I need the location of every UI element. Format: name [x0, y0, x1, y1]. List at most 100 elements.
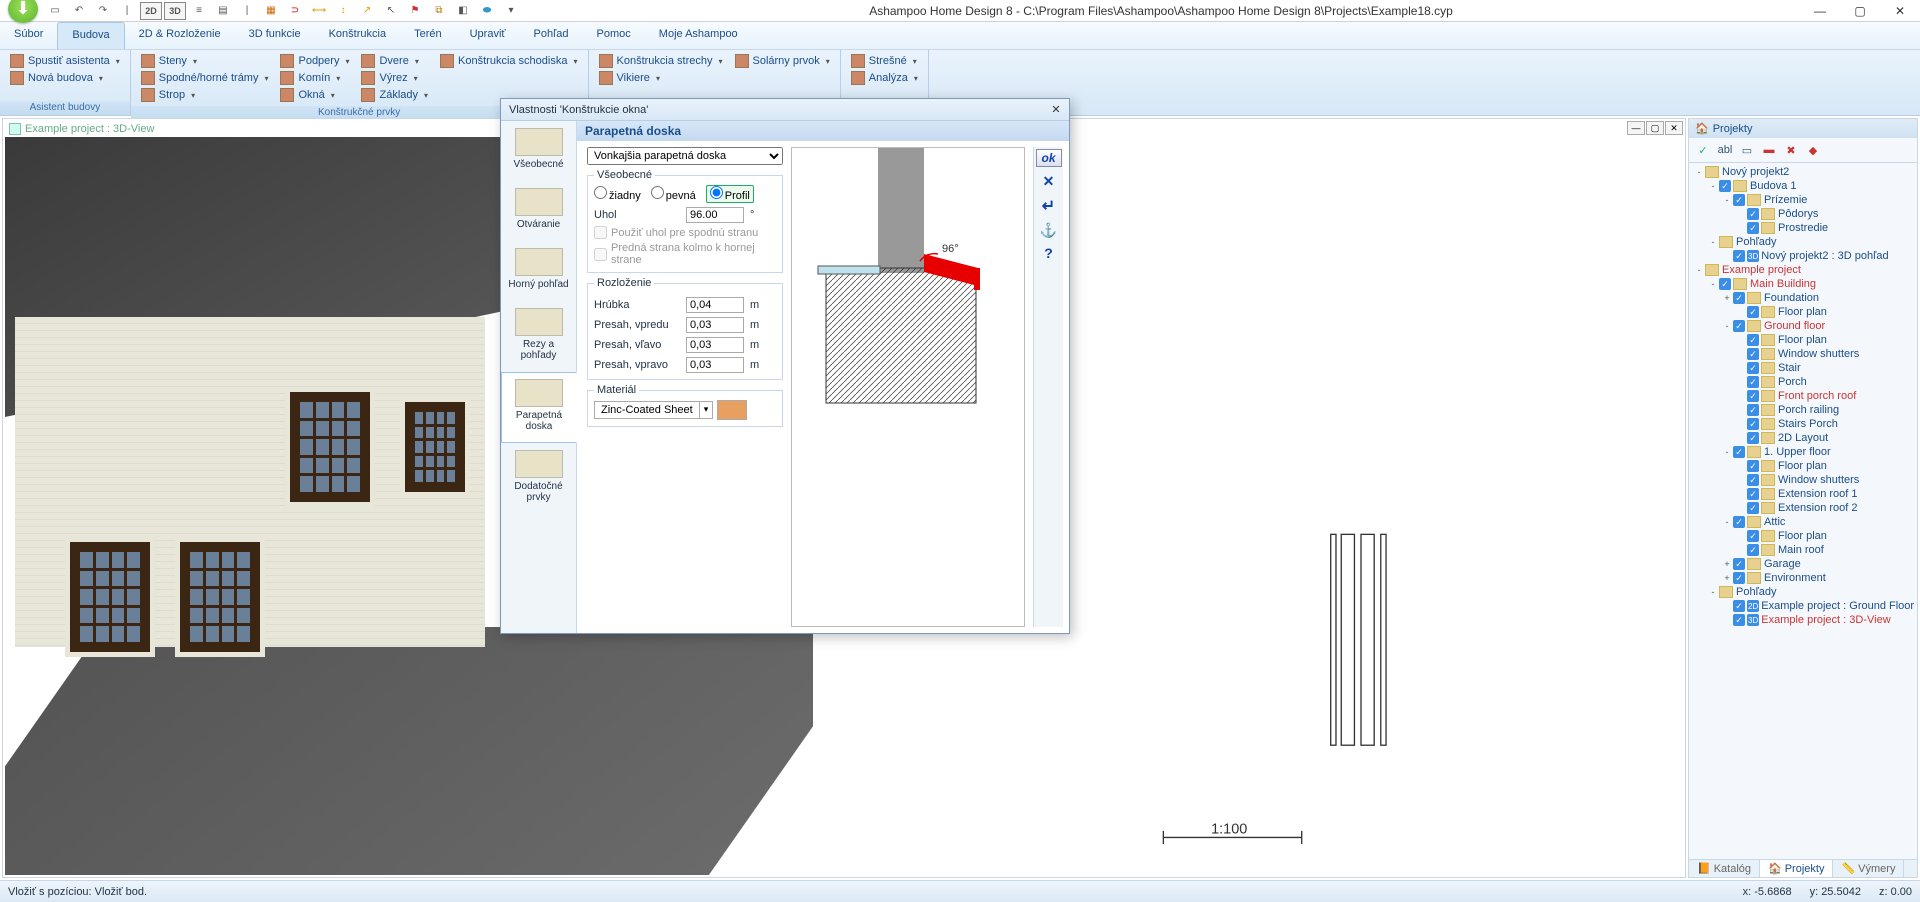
qat-3d-button[interactable]: 3D — [164, 2, 186, 20]
dialog-help-icon[interactable]: ? — [1044, 245, 1053, 261]
tree-row[interactable]: -Pohľady — [1689, 585, 1917, 599]
tree-checkbox-icon[interactable]: ✓ — [1747, 334, 1759, 346]
proj-delete-icon[interactable]: ▬ — [1759, 141, 1779, 159]
ribbon-okn-[interactable]: Okná▾ — [276, 87, 353, 103]
tree-row[interactable]: ✓3DExample project : 3D-View — [1689, 613, 1917, 627]
tree-row[interactable]: ✓Porch railing — [1689, 403, 1917, 417]
tree-row[interactable]: ✓Pôdorys — [1689, 207, 1917, 221]
tree-row[interactable]: ✓Floor plan — [1689, 333, 1917, 347]
tree-row[interactable]: ✓2D Layout — [1689, 431, 1917, 445]
sill-type-select[interactable]: Vonkajšia parapetná doska — [587, 147, 783, 165]
ribbon-spodn-horn-tr-my[interactable]: Spodné/horné trámy▾ — [137, 70, 273, 86]
tree-checkbox-icon[interactable]: ✓ — [1747, 502, 1759, 514]
tree-row[interactable]: ✓Porch — [1689, 375, 1917, 389]
tree-row[interactable]: ✓Prostredie — [1689, 221, 1917, 235]
check-front-perp[interactable]: Predná strana kolmo k hornej strane — [594, 242, 776, 266]
tab-catalog[interactable]: 📙Katalóg — [1689, 860, 1760, 877]
dialog-apply-icon[interactable]: ↵ — [1042, 196, 1055, 216]
dialog-titlebar[interactable]: Vlastnosti 'Konštrukcie okna' ✕ — [501, 99, 1069, 121]
menu-ter-n[interactable]: Terén — [400, 22, 456, 49]
dialog-tab-v-eobecn-[interactable]: Všeobecné — [501, 121, 576, 181]
menu-s-bor[interactable]: Súbor — [0, 22, 57, 49]
tree-row[interactable]: +✓Environment — [1689, 571, 1917, 585]
qat-paint-icon[interactable]: ⬬ — [476, 2, 498, 20]
ribbon-strop[interactable]: Strop▾ — [137, 87, 273, 103]
qat-new-icon[interactable]: ▭ — [44, 2, 66, 20]
tree-checkbox-icon[interactable]: ✓ — [1733, 614, 1745, 626]
proj-check-icon[interactable]: ✓ — [1693, 141, 1713, 159]
material-swatch[interactable] — [717, 400, 747, 420]
maximize-button[interactable]: ▢ — [1840, 0, 1880, 22]
tree-checkbox-icon[interactable]: ✓ — [1747, 208, 1759, 220]
app-menu-button[interactable]: ⬇ — [8, 0, 38, 23]
ribbon-v-rez[interactable]: Výrez▾ — [357, 70, 432, 86]
radio-profile[interactable]: Profil — [706, 185, 754, 203]
qat-pointer-icon[interactable]: ↖ — [380, 2, 402, 20]
qat-undo-icon[interactable]: ↶ — [68, 2, 90, 20]
tree-checkbox-icon[interactable]: ✓ — [1747, 376, 1759, 388]
tree-row[interactable]: -✓1. Upper floor — [1689, 445, 1917, 459]
qat-eraser-icon[interactable]: ◧ — [452, 2, 474, 20]
ribbon-spusti-asistenta[interactable]: Spustiť asistenta▾ — [6, 53, 124, 69]
tree-checkbox-icon[interactable]: ✓ — [1747, 404, 1759, 416]
menu-kon-trukcia[interactable]: Konštrukcia — [315, 22, 400, 49]
tree-checkbox-icon[interactable]: ✓ — [1747, 306, 1759, 318]
tree-checkbox-icon[interactable]: ✓ — [1747, 222, 1759, 234]
tree-checkbox-icon[interactable]: ✓ — [1747, 544, 1759, 556]
qat-flag-icon[interactable]: ⚑ — [404, 2, 426, 20]
dialog-tab-rezy-a-poh-ady[interactable]: Rezy a pohľady — [501, 301, 576, 372]
ribbon-stre-n-[interactable]: Strešné▾ — [847, 53, 922, 69]
tree-row[interactable]: ✓Extension roof 1 — [1689, 487, 1917, 501]
tree-row[interactable]: ✓Stair — [1689, 361, 1917, 375]
input-over-right[interactable] — [686, 357, 744, 373]
dialog-ok-button[interactable]: ok — [1036, 149, 1062, 167]
ribbon-nov-budova[interactable]: Nová budova▾ — [6, 70, 124, 86]
tree-row[interactable]: ✓2DExample project : Ground Floor — [1689, 599, 1917, 613]
radio-none[interactable]: žiadny — [594, 186, 641, 202]
tree-checkbox-icon[interactable]: ✓ — [1747, 432, 1759, 444]
menu-moje-ashampoo[interactable]: Moje Ashampoo — [645, 22, 752, 49]
tree-checkbox-icon[interactable]: ✓ — [1733, 572, 1745, 584]
ribbon-vikiere[interactable]: Vikiere▾ — [595, 70, 727, 86]
menu-budova[interactable]: Budova — [57, 22, 124, 49]
tree-row[interactable]: -Example project — [1689, 263, 1917, 277]
minimize-button[interactable]: — — [1800, 0, 1840, 22]
dialog-tab-otv-ranie[interactable]: Otváranie — [501, 181, 576, 241]
dialog-close-button[interactable]: ✕ — [1047, 102, 1065, 118]
tree-checkbox-icon[interactable]: ✓ — [1747, 530, 1759, 542]
tree-row[interactable]: -✓Prízemie — [1689, 193, 1917, 207]
tree-row[interactable]: ✓Main roof — [1689, 543, 1917, 557]
qat-dropdown-icon[interactable]: ▾ — [500, 2, 522, 20]
dialog-tab-parapetn-doska[interactable]: Parapetná doska — [501, 372, 577, 443]
tree-checkbox-icon[interactable]: ✓ — [1733, 320, 1745, 332]
dialog-tab-horn-poh-ad[interactable]: Horný pohľad — [501, 241, 576, 301]
dialog-tab-dodato-n-prvky[interactable]: Dodatočné prvky — [501, 443, 576, 514]
view-minimize-button[interactable]: — — [1627, 121, 1645, 135]
menu-poh-ad[interactable]: Pohľad — [520, 22, 583, 49]
tree-row[interactable]: ✓Floor plan — [1689, 529, 1917, 543]
tree-checkbox-icon[interactable]: ✓ — [1747, 418, 1759, 430]
tree-row[interactable]: +✓Garage — [1689, 557, 1917, 571]
proj-close-icon[interactable]: ✖ — [1781, 141, 1801, 159]
tree-row[interactable]: -✓Attic — [1689, 515, 1917, 529]
menu-upravi-[interactable]: Upraviť — [456, 22, 520, 49]
check-bottom-angle[interactable]: Použiť uhol pre spodnú stranu — [594, 226, 776, 239]
qat-measure-icon[interactable]: ↗ — [356, 2, 378, 20]
view-close-button[interactable]: ✕ — [1665, 121, 1683, 135]
tree-row[interactable]: ✓Window shutters — [1689, 473, 1917, 487]
tree-checkbox-icon[interactable]: ✓ — [1733, 446, 1745, 458]
close-button[interactable]: ✕ — [1880, 0, 1920, 22]
tab-projects[interactable]: 🏠Projekty — [1760, 860, 1833, 877]
tree-row[interactable]: ✓Floor plan — [1689, 305, 1917, 319]
tree-checkbox-icon[interactable]: ✓ — [1747, 390, 1759, 402]
proj-window-icon[interactable]: ▭ — [1737, 141, 1757, 159]
tree-row[interactable]: -Nový projekt2 — [1689, 165, 1917, 179]
radio-fixed[interactable]: pevná — [651, 186, 696, 202]
input-angle[interactable] — [686, 207, 744, 223]
tree-row[interactable]: ✓Window shutters — [1689, 347, 1917, 361]
tree-checkbox-icon[interactable]: ✓ — [1719, 278, 1731, 290]
tree-row[interactable]: -✓Ground floor — [1689, 319, 1917, 333]
tree-checkbox-icon[interactable]: ✓ — [1719, 180, 1731, 192]
tree-row[interactable]: ✓Front porch roof — [1689, 389, 1917, 403]
proj-cube-icon[interactable]: ◆ — [1803, 141, 1823, 159]
